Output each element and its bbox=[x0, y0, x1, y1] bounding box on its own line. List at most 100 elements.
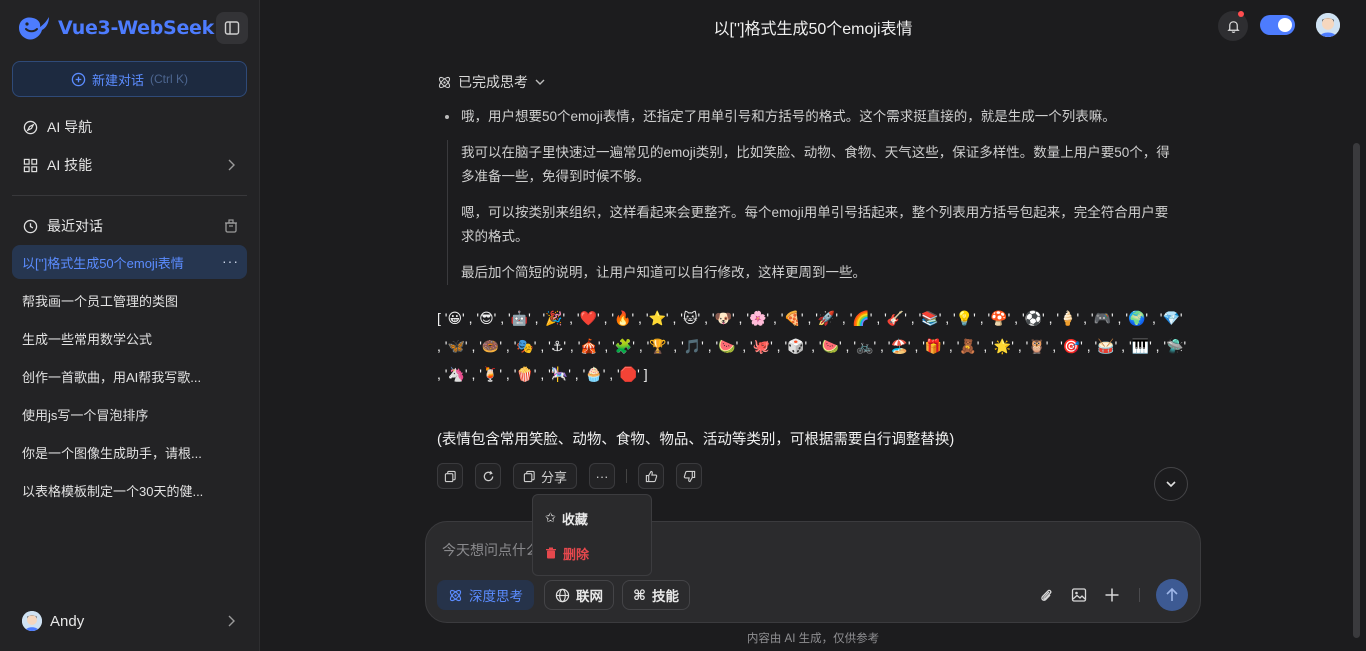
notifications-button[interactable] bbox=[1218, 11, 1248, 41]
image-upload-button[interactable] bbox=[1068, 584, 1090, 606]
sidebar-item-ai-skills[interactable]: AI 技能 bbox=[12, 147, 247, 183]
emoji-item: '🌈' , bbox=[849, 310, 885, 326]
sidebar-item-label: AI 导航 bbox=[47, 119, 93, 135]
more-actions-button[interactable]: ··· bbox=[589, 463, 615, 489]
emoji-item: '🎸' , bbox=[884, 310, 919, 326]
chat-item-title: 帮我画一个员工管理的类图 bbox=[22, 293, 179, 309]
emoji-item: '🐶' , bbox=[711, 310, 747, 326]
chat-item[interactable]: 创作一首歌曲，用AI帮我写歌... bbox=[12, 359, 247, 393]
emoji-item: '🍩' , bbox=[479, 338, 514, 354]
thinking-paragraph: 我可以在脑子里快速过一遍常见的emoji类别，比如笑脸、动物、食物、天气这些，保… bbox=[461, 145, 1170, 184]
emoji-item: '🤖' , bbox=[508, 310, 543, 326]
scrollbar[interactable] bbox=[1353, 143, 1360, 638]
emoji-item: '🦄' , bbox=[444, 366, 480, 382]
answer-note: (表情包含常用笑脸、动物、食物、物品、活动等类别，可根据需要自行调整替换) bbox=[437, 432, 955, 448]
thinking-paragraph: 嗯，可以按类别来组织，这样看起来会更整齐。每个emoji用单引号括起来，整个列表… bbox=[461, 205, 1169, 244]
refresh-icon bbox=[483, 470, 493, 481]
thinking-bullet bbox=[445, 115, 449, 119]
thinking-toggle[interactable]: 已完成思考 bbox=[437, 72, 546, 92]
star-icon: ✩ bbox=[545, 510, 556, 525]
chat-item[interactable]: 生成一些常用数学公式 bbox=[12, 321, 247, 355]
menu-item-delete[interactable]: 删除 bbox=[545, 541, 589, 565]
avatar bbox=[22, 611, 42, 631]
emoji-item: '😀' , bbox=[444, 310, 477, 326]
trash-icon bbox=[546, 547, 556, 559]
emoji-item: '📚' , bbox=[918, 310, 954, 326]
notification-dot bbox=[1238, 11, 1244, 17]
menu-item-favorite[interactable]: ✩ 收藏 bbox=[545, 506, 588, 530]
page-title: 以['']格式生成50个emoji表情 bbox=[713, 21, 913, 38]
emoji-item: '⚓' , bbox=[548, 338, 578, 354]
chat-more-button[interactable]: ··· bbox=[222, 253, 239, 269]
sidebar-item-ai-nav[interactable]: AI 导航 bbox=[12, 109, 247, 145]
chevron-down-icon bbox=[1166, 481, 1176, 488]
web-search-toggle[interactable]: 联网 bbox=[544, 580, 614, 610]
whale-logo-icon bbox=[19, 17, 49, 40]
sidebar-divider bbox=[12, 195, 247, 196]
deep-think-label: 深度思考 bbox=[469, 589, 523, 604]
add-button[interactable] bbox=[1101, 584, 1123, 606]
dislike-button[interactable] bbox=[676, 463, 702, 489]
chat-item[interactable]: 使用js写一个冒泡排序 bbox=[12, 397, 247, 431]
emoji-item: '🍹' , bbox=[479, 366, 514, 382]
recent-chats-header: 最近对话 bbox=[12, 208, 247, 244]
atom-icon bbox=[438, 76, 451, 88]
chat-item-title: 你是一个图像生成助手，请根... bbox=[22, 445, 202, 461]
chat-item[interactable]: 你是一个图像生成助手，请根... bbox=[12, 435, 247, 469]
emoji-item: '🎲' , bbox=[784, 338, 819, 354]
theme-toggle[interactable] bbox=[1260, 15, 1295, 35]
menu-item-label: 删除 bbox=[563, 546, 590, 562]
emoji-item: '🧁' , bbox=[582, 366, 618, 382]
emoji-item: '😎' , bbox=[476, 310, 508, 326]
emoji-item: '💡' , bbox=[953, 310, 988, 326]
attach-button[interactable] bbox=[1035, 584, 1057, 606]
more-actions-menu: ✩ 收藏 删除 bbox=[532, 494, 652, 576]
emoji-item: '⚽' , bbox=[1021, 310, 1057, 326]
send-button[interactable] bbox=[1156, 579, 1188, 611]
chat-item-title: 生成一些常用数学公式 bbox=[22, 331, 153, 347]
emoji-item: '🍄' , bbox=[987, 310, 1022, 326]
sidebar-collapse-button[interactable] bbox=[216, 12, 248, 44]
ai-disclaimer: 内容由 AI 生成，仅供参考 bbox=[746, 633, 880, 645]
deep-think-toggle[interactable]: 深度思考 bbox=[437, 580, 534, 610]
moon-icon bbox=[1278, 18, 1292, 32]
regenerate-button[interactable] bbox=[475, 463, 501, 489]
sidebar-item-label: AI 技能 bbox=[47, 157, 93, 173]
brand[interactable]: Vue3-WebSeek bbox=[16, 12, 214, 44]
skills-label: 技能 bbox=[652, 589, 679, 604]
action-separator bbox=[626, 469, 627, 483]
thinking-quote-bar bbox=[447, 140, 448, 285]
emoji-item: '🎯' , bbox=[1060, 338, 1095, 354]
chat-item-active[interactable]: 以['']格式生成50个emoji表情 ··· bbox=[12, 245, 247, 279]
emoji-item: '🥁' , bbox=[1094, 338, 1129, 354]
thinking-paragraph: 哦，用户想要50个emoji表情，还指定了用单引号和方括号的格式。这个需求挺直接… bbox=[461, 109, 1116, 124]
share-button[interactable]: 分享 bbox=[513, 463, 577, 489]
chat-item[interactable]: 以表格模板制定一个30天的健... bbox=[12, 473, 247, 507]
share-icon bbox=[523, 470, 535, 482]
emoji-item: '🦋' , bbox=[444, 338, 480, 354]
web-search-label: 联网 bbox=[576, 589, 603, 604]
scroll-to-bottom-button[interactable] bbox=[1154, 467, 1188, 501]
emoji-item: '🛑' bbox=[617, 366, 644, 382]
new-chat-label: 新建对话 bbox=[91, 72, 144, 88]
new-chat-button[interactable]: 新建对话 (Ctrl K) bbox=[12, 61, 247, 97]
emoji-item: '🍿' , bbox=[513, 366, 549, 382]
thumbs-down-icon bbox=[683, 470, 695, 482]
user-profile-row[interactable]: Andy bbox=[12, 603, 247, 639]
more-icon: ··· bbox=[595, 468, 609, 484]
clear-history-icon[interactable] bbox=[223, 218, 239, 234]
copy-button[interactable] bbox=[437, 463, 463, 489]
emoji-item: '🔥' , bbox=[611, 310, 646, 326]
skills-button[interactable]: ⌘ 技能 bbox=[622, 580, 690, 610]
header-avatar[interactable] bbox=[1316, 13, 1340, 37]
like-button[interactable] bbox=[638, 463, 664, 489]
emoji-item: '❤️' , bbox=[576, 310, 612, 326]
emoji-list: [ '😀' , '😎' , '🤖' , '🎉' , '❤️' , '🔥' , '… bbox=[437, 304, 1187, 388]
chat-item[interactable]: 帮我画一个员工管理的类图 bbox=[12, 283, 247, 317]
emoji-item: '🐱' , bbox=[680, 310, 712, 326]
chat-item-title: 以表格模板制定一个30天的健... bbox=[22, 483, 204, 499]
emoji-item: '🌸' , bbox=[746, 310, 781, 326]
emoji-item: '🦉' , bbox=[1025, 338, 1061, 354]
emoji-item: '🏖️' , bbox=[887, 338, 923, 354]
plus-circle-icon bbox=[71, 72, 86, 86]
